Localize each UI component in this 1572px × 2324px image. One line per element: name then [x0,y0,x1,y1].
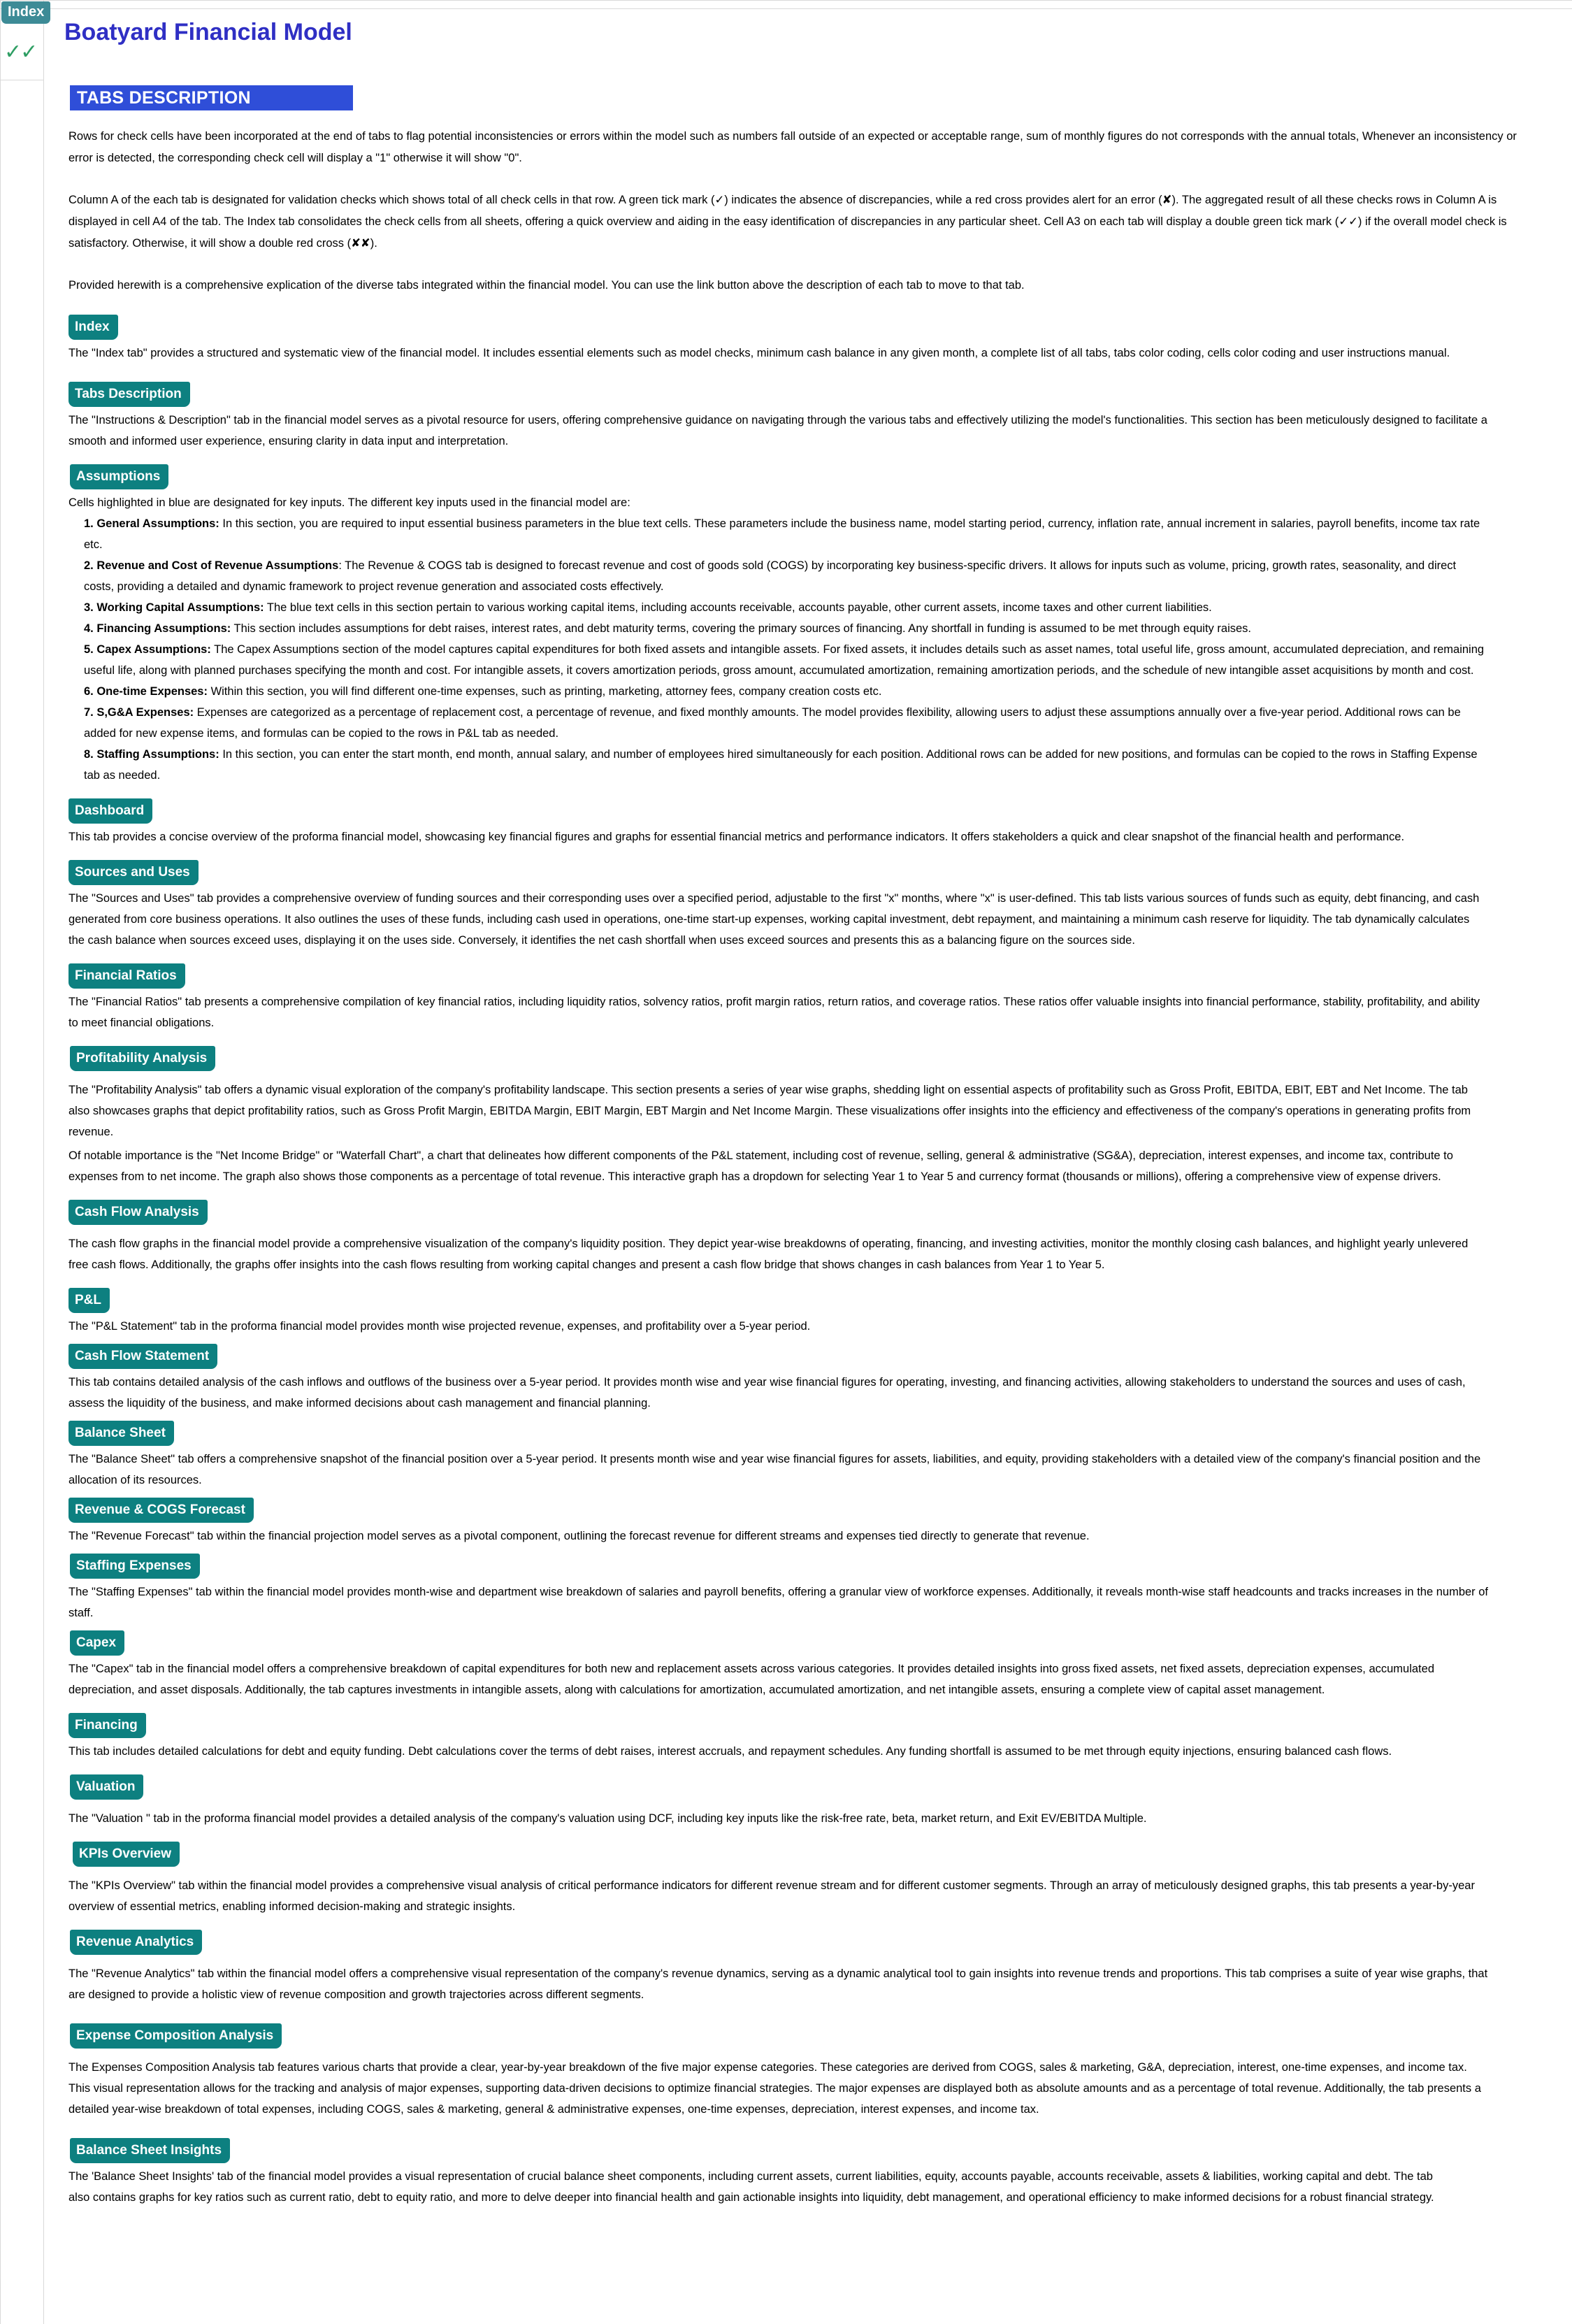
intro-paragraph-3: Provided herewith is a comprehensive exp… [68,279,1025,292]
list-item: 2. Revenue and Cost of Revenue Assumptio… [0,555,1572,597]
section-assumptions: Assumptions [0,464,1572,489]
tab-link-cash-flow-analysis[interactable]: Cash Flow Analysis [68,1200,208,1225]
section-index: Index [0,315,1572,340]
list-item: 5. Capex Assumptions: The Capex Assumpti… [0,639,1572,681]
section-dashboard-description: This tab provides a concise overview of … [68,831,1405,843]
assumption-text: Within this section, you will find diffe… [207,685,882,698]
section-tabs-description: Tabs Description [0,382,1572,407]
section-cash-flow-statement: Cash Flow Statement [0,1344,1572,1369]
section-financial-ratios-description: The "Financial Ratios" tab presents a co… [68,996,1480,1029]
list-item: 4. Financing Assumptions: This section i… [0,618,1572,639]
tab-link-capex[interactable]: Capex [70,1630,125,1656]
section-revenue-analytics: Revenue Analytics [0,1930,1572,1955]
assumption-label: 2. Revenue and Cost of Revenue Assumptio… [84,559,339,572]
assumption-label: 7. S,G&A Expenses: [84,706,194,719]
section-staffing-expenses-description: The "Staffing Expenses" tab within the f… [68,1586,1489,1619]
page-title: Boatyard Financial Model [64,19,352,45]
assumption-label: 8. Staffing Assumptions: [84,748,219,761]
section-kpis-overview-description: The "KPIs Overview" tab within the finan… [68,1879,1475,1913]
section-sources-and-uses: Sources and Uses [0,860,1572,885]
section-balance-sheet-insights: Balance Sheet Insights [0,2138,1572,2163]
section-capex-description: The "Capex" tab in the financial model o… [68,1663,1434,1696]
assumption-label: 4. Financing Assumptions: [84,622,231,635]
content-area: Rows for check cells have been incorpora… [0,126,1572,2208]
assumption-text: This section includes assumptions for de… [231,622,1251,635]
tab-link-assumptions[interactable]: Assumptions [70,464,169,489]
section-cash-flow-analysis-description: The cash flow graphs in the financial mo… [68,1238,1469,1271]
assumption-label: 6. One-time Expenses: [84,685,208,698]
tab-link-sources-and-uses[interactable]: Sources and Uses [68,860,199,885]
section-revenue-analytics-description: The "Revenue Analytics" tab within the f… [68,1967,1488,2001]
assumptions-list: 1. General Assumptions: In this section,… [0,513,1572,786]
tab-link-financial-ratios[interactable]: Financial Ratios [68,963,185,989]
section-financing: Financing [0,1713,1572,1738]
list-item: 8. Staffing Assumptions: In this section… [0,744,1572,786]
section-pl: P&L [0,1288,1572,1313]
list-item: 3. Working Capital Assumptions: The blue… [0,597,1572,618]
tab-link-financing[interactable]: Financing [68,1713,146,1738]
section-index-description: The "Index tab" provides a structured an… [68,347,1450,359]
intro-paragraph-2: Column A of the each tab is designated f… [68,194,1507,250]
tab-link-tabs-description[interactable]: Tabs Description [68,382,190,407]
grid-rule-top [0,0,1572,1]
assumption-text: In this section, you can enter the start… [84,748,1478,782]
list-item: 6. One-time Expenses: Within this sectio… [0,681,1572,702]
grid-rule-row1 [0,8,1572,9]
tab-link-pl[interactable]: P&L [68,1288,110,1313]
model-check-status-badge: ✓✓ [4,40,38,64]
section-cash-flow-statement-description: This tab contains detailed analysis of t… [68,1376,1466,1410]
section-expense-composition-analysis: Expense Composition Analysis [0,2023,1572,2049]
section-financial-ratios: Financial Ratios [0,963,1572,989]
section-financing-description: This tab includes detailed calculations … [68,1745,1392,1758]
section-capex: Capex [0,1630,1572,1656]
tab-link-expense-composition-analysis[interactable]: Expense Composition Analysis [70,2023,282,2049]
section-assumptions-description: Cells highlighted in blue are designated… [68,496,630,509]
section-kpis-overview: KPIs Overview [0,1842,1572,1867]
section-tabs-description-description: The "Instructions & Description" tab in … [68,414,1487,447]
section-profitability-analysis-description-2: Of notable importance is the "Net Income… [68,1149,1453,1183]
section-sources-and-uses-description: The "Sources and Uses" tab provides a co… [68,892,1480,947]
section-staffing-expenses: Staffing Expenses [0,1554,1572,1579]
section-profitability-analysis: Profitability Analysis [0,1046,1572,1071]
list-item: 1. General Assumptions: In this section,… [0,513,1572,555]
section-valuation: Valuation [0,1774,1572,1800]
tab-link-index[interactable]: Index [68,315,118,340]
assumption-text: The blue text cells in this section pert… [264,601,1212,614]
intro-paragraph-1: Rows for check cells have been incorpora… [68,130,1517,164]
tab-link-kpis-overview[interactable]: KPIs Overview [73,1842,180,1867]
tab-link-staffing-expenses[interactable]: Staffing Expenses [70,1554,200,1579]
index-nav-button[interactable]: Index [1,1,51,24]
tab-link-revenue-analytics[interactable]: Revenue Analytics [70,1930,203,1955]
section-balance-sheet-description: The "Balance Sheet" tab offers a compreh… [68,1453,1481,1486]
assumption-text: In this section, you are required to inp… [84,517,1480,551]
section-revenue-cogs-forecast-description: The "Revenue Forecast" tab within the fi… [68,1530,1090,1542]
tab-link-valuation[interactable]: Valuation [70,1774,144,1800]
section-expense-composition-analysis-description: The Expenses Composition Analysis tab fe… [68,2061,1481,2116]
assumption-text: The Capex Assumptions section of the mod… [84,643,1485,677]
section-valuation-description: The "Valuation " tab in the proforma fin… [68,1812,1147,1825]
section-cash-flow-analysis: Cash Flow Analysis [0,1200,1572,1225]
tab-link-revenue-cogs-forecast[interactable]: Revenue & COGS Forecast [68,1498,254,1523]
assumption-label: 1. General Assumptions: [84,517,219,530]
tab-link-dashboard[interactable]: Dashboard [68,798,153,824]
assumption-label: 3. Working Capital Assumptions: [84,601,264,614]
section-pl-description: The "P&L Statement" tab in the proforma … [68,1320,811,1333]
assumption-label: 5. Capex Assumptions: [84,643,211,656]
section-profitability-analysis-description: The "Profitability Analysis" tab offers … [68,1084,1471,1138]
section-revenue-cogs-forecast: Revenue & COGS Forecast [0,1498,1572,1523]
section-balance-sheet-insights-description: The 'Balance Sheet Insights' tab of the … [68,2170,1434,2204]
section-balance-sheet: Balance Sheet [0,1421,1572,1446]
tab-link-profitability-analysis[interactable]: Profitability Analysis [70,1046,216,1071]
tab-link-balance-sheet-insights[interactable]: Balance Sheet Insights [70,2138,231,2163]
tab-link-cash-flow-statement[interactable]: Cash Flow Statement [68,1344,218,1369]
section-dashboard: Dashboard [0,798,1572,824]
tabs-description-sheet: Index ✓✓ Boatyard Financial Model TABS D… [0,0,1572,2324]
tabs-description-banner: TABS DESCRIPTION [70,85,353,110]
list-item: 7. S,G&A Expenses: Expenses are categori… [0,702,1572,744]
assumption-text: Expenses are categorized as a percentage… [84,706,1461,740]
tab-link-balance-sheet[interactable]: Balance Sheet [68,1421,174,1446]
